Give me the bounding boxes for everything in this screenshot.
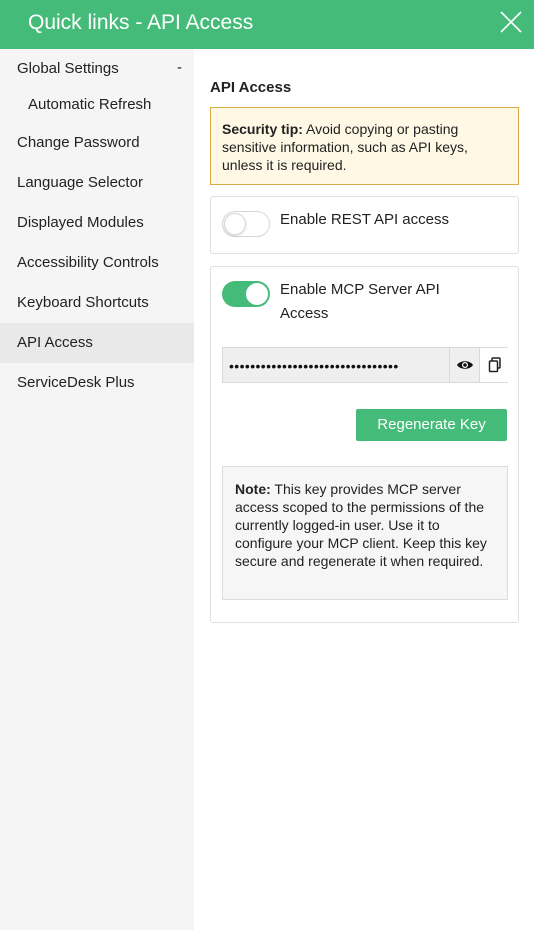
- note-heading: Note:: [235, 481, 271, 497]
- copy-icon[interactable]: [479, 348, 509, 382]
- sidebar-item-label: API Access: [17, 334, 93, 351]
- sidebar-item-api-access[interactable]: API Access: [0, 323, 194, 363]
- rest-api-toggle-label: Enable REST API access: [280, 211, 449, 228]
- eye-icon[interactable]: [449, 348, 479, 382]
- sidebar-item-displayed-modules[interactable]: Displayed Modules: [0, 203, 194, 243]
- sidebar-item-label: Change Password: [17, 134, 140, 151]
- sidebar-item-keyboard-shortcuts[interactable]: Keyboard Shortcuts: [0, 283, 194, 323]
- rest-api-toggle[interactable]: [222, 211, 270, 237]
- sidebar-item-label: Keyboard Shortcuts: [17, 294, 149, 311]
- panel-header: Quick links - API Access: [0, 0, 534, 49]
- sidebar-item-label: Global Settings: [17, 60, 119, 77]
- note-text: This key provides MCP server access scop…: [235, 481, 487, 569]
- sidebar-item-servicedesk-plus[interactable]: ServiceDesk Plus: [0, 363, 194, 403]
- mcp-note: Note: This key provides MCP server acces…: [222, 466, 508, 600]
- sidebar-item-label: Language Selector: [17, 174, 143, 191]
- sidebar-item-language-selector[interactable]: Language Selector: [0, 163, 194, 203]
- toggle-knob: [246, 283, 268, 305]
- close-icon[interactable]: [500, 11, 522, 33]
- panel-title: Quick links - API Access: [28, 11, 254, 34]
- sidebar-item-accessibility-controls[interactable]: Accessibility Controls: [0, 243, 194, 283]
- sidebar: Global Settings - Automatic Refresh Chan…: [0, 49, 194, 930]
- regenerate-key-button[interactable]: Regenerate Key: [356, 409, 507, 441]
- sidebar-item-automatic-refresh[interactable]: Automatic Refresh: [0, 85, 194, 125]
- main-content: API Access Security tip: Avoid copying o…: [194, 49, 534, 930]
- sidebar-item-label: Automatic Refresh: [28, 96, 152, 113]
- section-title: API Access: [210, 79, 292, 96]
- security-tip-heading: Security tip:: [222, 121, 303, 137]
- security-tip: Security tip: Avoid copying or pasting s…: [210, 107, 519, 185]
- sidebar-item-label: Displayed Modules: [17, 214, 144, 231]
- sidebar-item-label: Accessibility Controls: [17, 254, 159, 271]
- toggle-knob: [224, 213, 246, 235]
- rest-api-card: Enable REST API access: [210, 196, 519, 254]
- mcp-api-toggle[interactable]: [222, 281, 270, 307]
- mcp-api-card: Enable MCP Server API Access •••••••••••…: [210, 266, 519, 623]
- sidebar-item-label: ServiceDesk Plus: [17, 374, 135, 391]
- api-key-field[interactable]: ••••••••••••••••••••••••••••••••: [222, 347, 509, 383]
- mcp-api-toggle-label: Enable MCP Server API Access: [280, 281, 440, 322]
- sidebar-item-change-password[interactable]: Change Password: [0, 123, 194, 163]
- api-key-value[interactable]: ••••••••••••••••••••••••••••••••: [229, 356, 449, 376]
- collapse-marker[interactable]: -: [177, 58, 182, 78]
- sidebar-item-global-settings[interactable]: Global Settings -: [0, 49, 194, 89]
